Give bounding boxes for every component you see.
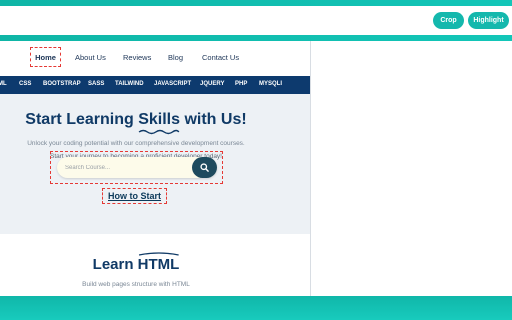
learn-title-prefix: Learn [92, 256, 138, 273]
tech-item-bootstrap[interactable]: BOOTSTRAP [43, 81, 81, 87]
hero-title-highlight: Skills [138, 111, 181, 135]
tech-item-html[interactable]: ML [0, 81, 7, 87]
search-input[interactable] [65, 161, 185, 174]
tech-item-php[interactable]: PHP [235, 81, 247, 87]
tech-item-sass[interactable]: SASS [88, 81, 104, 87]
search-icon [200, 163, 209, 172]
nav-blog[interactable]: Blog [168, 53, 183, 62]
how-to-start-link[interactable]: How to Start [108, 191, 161, 201]
curve-overline-icon [138, 252, 179, 256]
right-empty-panel [311, 41, 512, 296]
tech-item-mysqli[interactable]: MYSQLI [259, 81, 282, 87]
tech-item-css[interactable]: CSS [19, 81, 31, 87]
website-preview: Home About Us Reviews Blog Contact Us ML… [0, 41, 310, 296]
tech-item-tailwind[interactable]: TAILWIND [115, 81, 144, 87]
bottom-accent-band [0, 296, 512, 320]
nav-about-us[interactable]: About Us [75, 53, 106, 62]
search-button[interactable] [192, 157, 217, 178]
nav-reviews[interactable]: Reviews [123, 53, 151, 62]
hero-title-highlight-text: Skills [138, 111, 181, 128]
learn-title: Learn HTML [0, 252, 272, 273]
nav-home[interactable]: Home [30, 47, 61, 67]
nav-contact-us[interactable]: Contact Us [202, 53, 239, 62]
tech-item-jquery[interactable]: JQUERY [200, 81, 224, 87]
highlight-button[interactable]: Highlight [468, 12, 509, 29]
learn-html-section: Learn HTML Build web pages structure wit… [0, 234, 310, 296]
crop-button[interactable]: Crop [433, 12, 464, 29]
how-to-start-highlight-frame: How to Start [102, 188, 167, 204]
site-navbar: Home About Us Reviews Blog Contact Us [0, 41, 310, 76]
hero-title-prefix: Start Learning [25, 111, 139, 128]
tech-item-javascript[interactable]: JAVASCRIPT [154, 81, 191, 87]
learn-title-highlight-text: HTML [137, 256, 180, 273]
search-highlight-frame [50, 151, 223, 184]
hero-title: Start Learning Skills with Us! [0, 111, 272, 135]
squiggle-underline-icon [138, 129, 180, 135]
extension-toolbar: Crop Highlight [0, 6, 512, 35]
technology-menu-bar: ML CSS BOOTSTRAP SASS TAILWIND JAVASCRIP… [0, 76, 310, 94]
learn-title-highlight: HTML [137, 252, 180, 273]
learn-subtitle: Build web pages structure with HTML [82, 281, 190, 288]
search-box [57, 157, 217, 178]
hero-subtitle-1: Unlock your coding potential with our co… [27, 140, 245, 147]
hero-title-suffix: with Us! [180, 111, 247, 128]
